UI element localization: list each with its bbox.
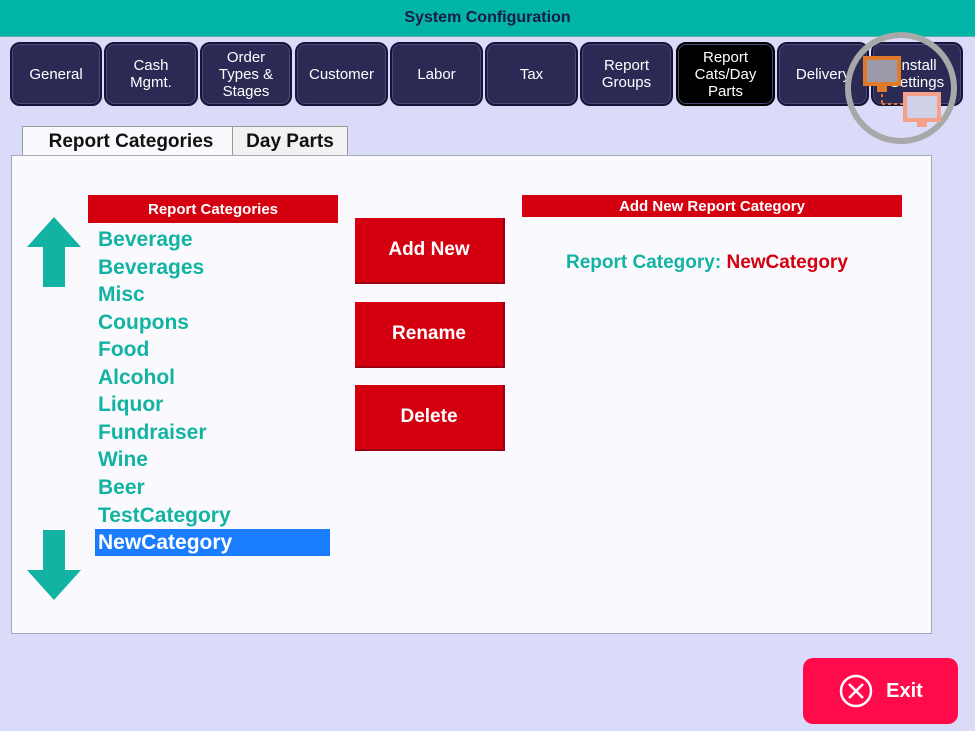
tab-tax[interactable]: Tax — [485, 42, 578, 106]
tab-report-groups[interactable]: Report Groups — [580, 42, 673, 106]
tab-report-cats-day-parts[interactable]: Report Cats/Day Parts — [676, 42, 775, 106]
list-item[interactable]: Misc — [97, 281, 332, 308]
list-item[interactable]: Wine — [97, 446, 332, 473]
list-item[interactable]: Coupons — [97, 309, 332, 336]
tab-order-types[interactable]: Order Types & Stages — [200, 42, 292, 106]
subtab-day-parts[interactable]: Day Parts — [232, 126, 348, 156]
rename-button[interactable]: Rename — [355, 302, 505, 368]
exit-label: Exit — [886, 679, 923, 702]
window-title: System Configuration — [0, 0, 975, 37]
close-circle-icon — [839, 674, 873, 708]
list-item-selected[interactable]: NewCategory — [95, 529, 330, 556]
tab-customer[interactable]: Customer — [295, 42, 388, 106]
tab-general[interactable]: General — [10, 42, 102, 106]
list-item[interactable]: Beer — [97, 474, 332, 501]
list-item[interactable]: Beverages — [97, 254, 332, 281]
delete-button[interactable]: Delete — [355, 385, 505, 451]
list-item[interactable]: Beverage — [97, 226, 332, 253]
list-item[interactable]: Fundraiser — [97, 419, 332, 446]
tab-labor[interactable]: Labor — [390, 42, 483, 106]
scroll-up-arrow-icon[interactable] — [27, 217, 81, 287]
list-item[interactable]: Alcohol — [97, 364, 332, 391]
list-item[interactable]: Liquor — [97, 391, 332, 418]
form-header: Add New Report Category — [522, 195, 902, 217]
scroll-down-arrow-icon[interactable] — [27, 530, 81, 600]
report-category-input[interactable]: NewCategory — [726, 252, 847, 273]
report-category-field: Report Category: NewCategory — [566, 252, 848, 274]
list-item[interactable]: Food — [97, 336, 332, 363]
config-tabs: General Cash Mgmt. Order Types & Stages … — [0, 40, 975, 110]
list-header: Report Categories — [88, 195, 338, 223]
list-item[interactable]: TestCategory — [97, 502, 332, 529]
exit-button[interactable]: Exit — [803, 658, 958, 724]
tab-cash-mgmt[interactable]: Cash Mgmt. — [104, 42, 198, 106]
network-status-icon[interactable] — [845, 32, 957, 144]
subtab-report-categories[interactable]: Report Categories — [22, 126, 240, 156]
report-category-label: Report Category: — [566, 252, 722, 273]
add-new-button[interactable]: Add New — [355, 218, 505, 284]
